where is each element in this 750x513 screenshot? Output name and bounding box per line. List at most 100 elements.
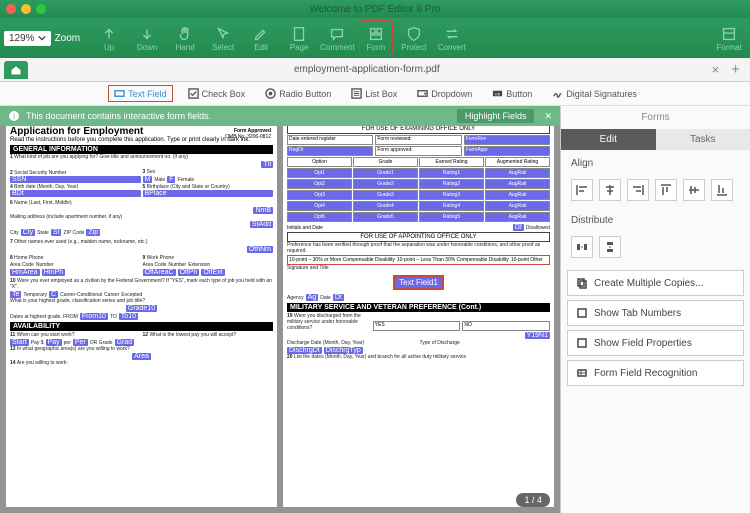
signature-icon xyxy=(552,88,563,99)
pencil-icon xyxy=(252,25,270,43)
svg-text:OK: OK xyxy=(495,92,501,96)
button-tool[interactable]: OKButton xyxy=(487,86,537,101)
checkbox-icon xyxy=(188,88,199,99)
close-window[interactable] xyxy=(6,4,16,14)
zip-field[interactable]: Zip xyxy=(86,229,100,236)
sidebar-header: Forms xyxy=(561,106,750,129)
minimize-window[interactable] xyxy=(21,4,31,14)
format-button[interactable]: Format xyxy=(712,20,746,56)
chevron-down-icon xyxy=(38,34,46,42)
window-title: Welcome to PDF Editor 6 Pro xyxy=(310,4,441,15)
down-button[interactable]: Down xyxy=(130,20,164,56)
distribute-label: Distribute xyxy=(561,207,750,230)
document-tabbar: employment-application-form.pdf × + xyxy=(0,58,750,82)
align-left[interactable] xyxy=(571,179,593,201)
page-1[interactable]: Released 6/29/2013. Header Application f… xyxy=(6,110,277,507)
close-tab[interactable]: × xyxy=(706,62,726,77)
document-viewport[interactable]: i This document contains interactive for… xyxy=(0,106,560,513)
textfield-tool[interactable]: Text Field xyxy=(108,85,173,102)
zoom-value: 129% xyxy=(9,33,35,44)
page-button[interactable]: Page xyxy=(282,20,316,56)
dropdown-tool[interactable]: Dropdown xyxy=(412,86,477,101)
sidebar-tabs: Edit Tasks xyxy=(561,129,750,150)
name-field[interactable]: NmB xyxy=(253,207,273,214)
edit-button[interactable]: Edit xyxy=(244,20,278,56)
comment-button[interactable]: Comment xyxy=(320,20,355,56)
align-center-h[interactable] xyxy=(599,179,621,201)
convert-icon xyxy=(443,25,461,43)
show-field-props-action[interactable]: Show Field Properties xyxy=(567,330,744,356)
show-tab-numbers-action[interactable]: Show Tab Numbers xyxy=(567,300,744,326)
page-indicator[interactable]: 1 / 4 xyxy=(516,493,550,507)
form-button[interactable]: Form xyxy=(359,20,393,56)
align-buttons xyxy=(561,173,750,207)
hand-button[interactable]: Hand xyxy=(168,20,202,56)
form-approved: Form ApprovedOMB No. 3206-0812 xyxy=(225,128,271,140)
align-top[interactable] xyxy=(655,179,677,201)
section-appointing: FOR USE OF APPOINTING OFFICE ONLY xyxy=(287,232,550,242)
ssn-field[interactable]: SSN xyxy=(10,176,141,183)
new-tab[interactable]: + xyxy=(725,61,746,78)
female-field[interactable]: F xyxy=(167,176,175,183)
banner-close[interactable]: ✕ xyxy=(544,111,552,122)
create-copies-action[interactable]: Create Multiple Copies... xyxy=(567,270,744,296)
highlight-fields-button[interactable]: Highlight Fields xyxy=(457,109,535,123)
bplace-field[interactable]: BPlace xyxy=(143,190,274,197)
distribute-v[interactable] xyxy=(599,236,621,258)
textfield-icon xyxy=(114,88,125,99)
main-toolbar: 129% Zoom Up Down Hand Select Edit Page … xyxy=(0,18,750,58)
zoom-control[interactable]: 129% Zoom xyxy=(4,31,80,46)
form-icon xyxy=(367,25,385,43)
grade10-field[interactable]: Grade10 xyxy=(126,305,157,312)
select-button[interactable]: Select xyxy=(206,20,240,56)
distribute-h[interactable] xyxy=(571,236,593,258)
state-field[interactable]: St xyxy=(51,229,62,236)
window-controls xyxy=(6,4,46,14)
convert-button[interactable]: Convert xyxy=(435,20,469,56)
listbox-tool[interactable]: List Box xyxy=(346,86,402,101)
comment-icon xyxy=(328,25,346,43)
male-field[interactable]: M xyxy=(143,176,153,183)
section-general: GENERAL INFORMATION xyxy=(10,145,273,154)
city-field[interactable]: Cty xyxy=(21,229,36,236)
page-2[interactable]: DO NOT WRITE IN THIS AREA FOR USE OF EXA… xyxy=(283,110,554,507)
protect-button[interactable]: Protect xyxy=(397,20,431,56)
dropdown-icon xyxy=(417,88,428,99)
align-right[interactable] xyxy=(627,179,649,201)
hmarea-field[interactable]: HmArea xyxy=(10,269,40,276)
sidebar-actions: Create Multiple Copies... Show Tab Numbe… xyxy=(561,264,750,392)
address-field[interactable]: StAdd xyxy=(250,221,273,228)
copies-icon xyxy=(576,277,588,289)
selected-textfield[interactable]: Text Field1 xyxy=(393,275,444,290)
tab-edit[interactable]: Edit xyxy=(561,129,656,150)
zoom-label: Zoom xyxy=(55,33,81,44)
checkbox-tool[interactable]: Check Box xyxy=(183,86,251,101)
up-button[interactable]: Up xyxy=(92,20,126,56)
bdt-field[interactable]: BDt xyxy=(10,190,141,197)
button-icon: OK xyxy=(492,88,503,99)
zoom-window[interactable] xyxy=(36,4,46,14)
svg-text:i: i xyxy=(13,112,15,121)
recognize-icon xyxy=(576,367,588,379)
tab-tasks[interactable]: Tasks xyxy=(656,129,750,150)
section-military: MILITARY SERVICE AND VETERAN PREFERENCE … xyxy=(287,303,550,312)
hand-icon xyxy=(176,25,194,43)
radio-icon xyxy=(265,88,276,99)
distribute-buttons xyxy=(561,230,750,264)
align-bottom[interactable] xyxy=(711,179,733,201)
align-center-v[interactable] xyxy=(683,179,705,201)
othname-field[interactable]: OthNm xyxy=(247,246,273,253)
home-tab[interactable] xyxy=(4,61,28,79)
form-toolbar: Text Field Check Box Radio Button List B… xyxy=(0,82,750,106)
hmph-field[interactable]: HmPh xyxy=(42,269,65,276)
titlebar: Welcome to PDF Editor 6 Pro xyxy=(0,0,750,18)
document-tab[interactable]: employment-application-form.pdf xyxy=(28,64,706,75)
radio-tool[interactable]: Radio Button xyxy=(260,86,336,101)
signature-tool[interactable]: Digital Signatures xyxy=(547,86,642,101)
main-area: i This document contains interactive for… xyxy=(0,106,750,513)
format-icon xyxy=(720,25,738,43)
home-icon xyxy=(10,64,22,76)
form-recognition-action[interactable]: Form Field Recognition xyxy=(567,360,744,386)
arrow-down-icon xyxy=(138,25,156,43)
ttl-field[interactable]: Ttl xyxy=(261,161,273,168)
